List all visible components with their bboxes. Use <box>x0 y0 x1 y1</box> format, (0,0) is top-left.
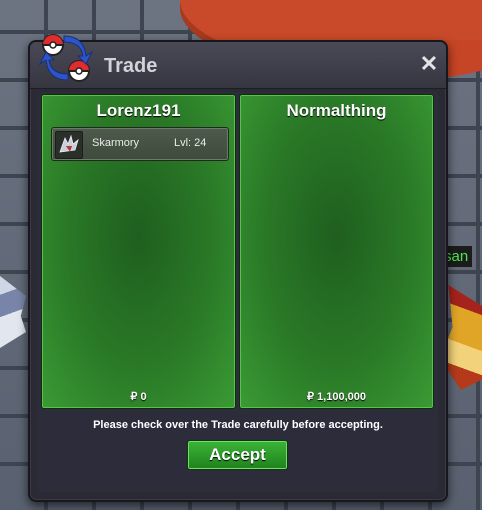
my-offer-panel: Lorenz191 Skarmory Lvl: 24 ₽ 0 <box>41 94 236 409</box>
pokemon-level: Lvl: 24 <box>174 137 207 149</box>
skarmory-icon <box>55 131 83 159</box>
pokemon-name: Skarmory <box>92 137 140 149</box>
window-title: Trade <box>104 55 158 77</box>
trade-body: Lorenz191 Skarmory Lvl: 24 ₽ 0 Normalthi… <box>38 92 438 492</box>
their-player-name: Normalthing <box>286 101 387 120</box>
accept-button[interactable]: Accept <box>187 440 288 470</box>
trade-notice: Please check over the Trade carefully be… <box>93 419 383 431</box>
offer-slot-skarmory[interactable]: Skarmory Lvl: 24 <box>51 127 229 161</box>
their-money-offer: ₽ 1,100,000 <box>307 391 366 403</box>
title-bar[interactable]: Trade ✕ <box>30 34 446 89</box>
trade-window: Trade ✕ Lorenz191 Skarmory Lvl: 24 ₽ 0 N… <box>28 34 448 502</box>
their-offer-panel: Normalthing ₽ 1,100,000 <box>239 94 434 409</box>
close-button[interactable]: ✕ <box>418 53 440 75</box>
player-sprite-left <box>0 276 26 348</box>
trade-icon <box>38 34 94 82</box>
my-player-name: Lorenz191 <box>96 101 181 120</box>
my-money-offer: ₽ 0 <box>130 391 147 403</box>
